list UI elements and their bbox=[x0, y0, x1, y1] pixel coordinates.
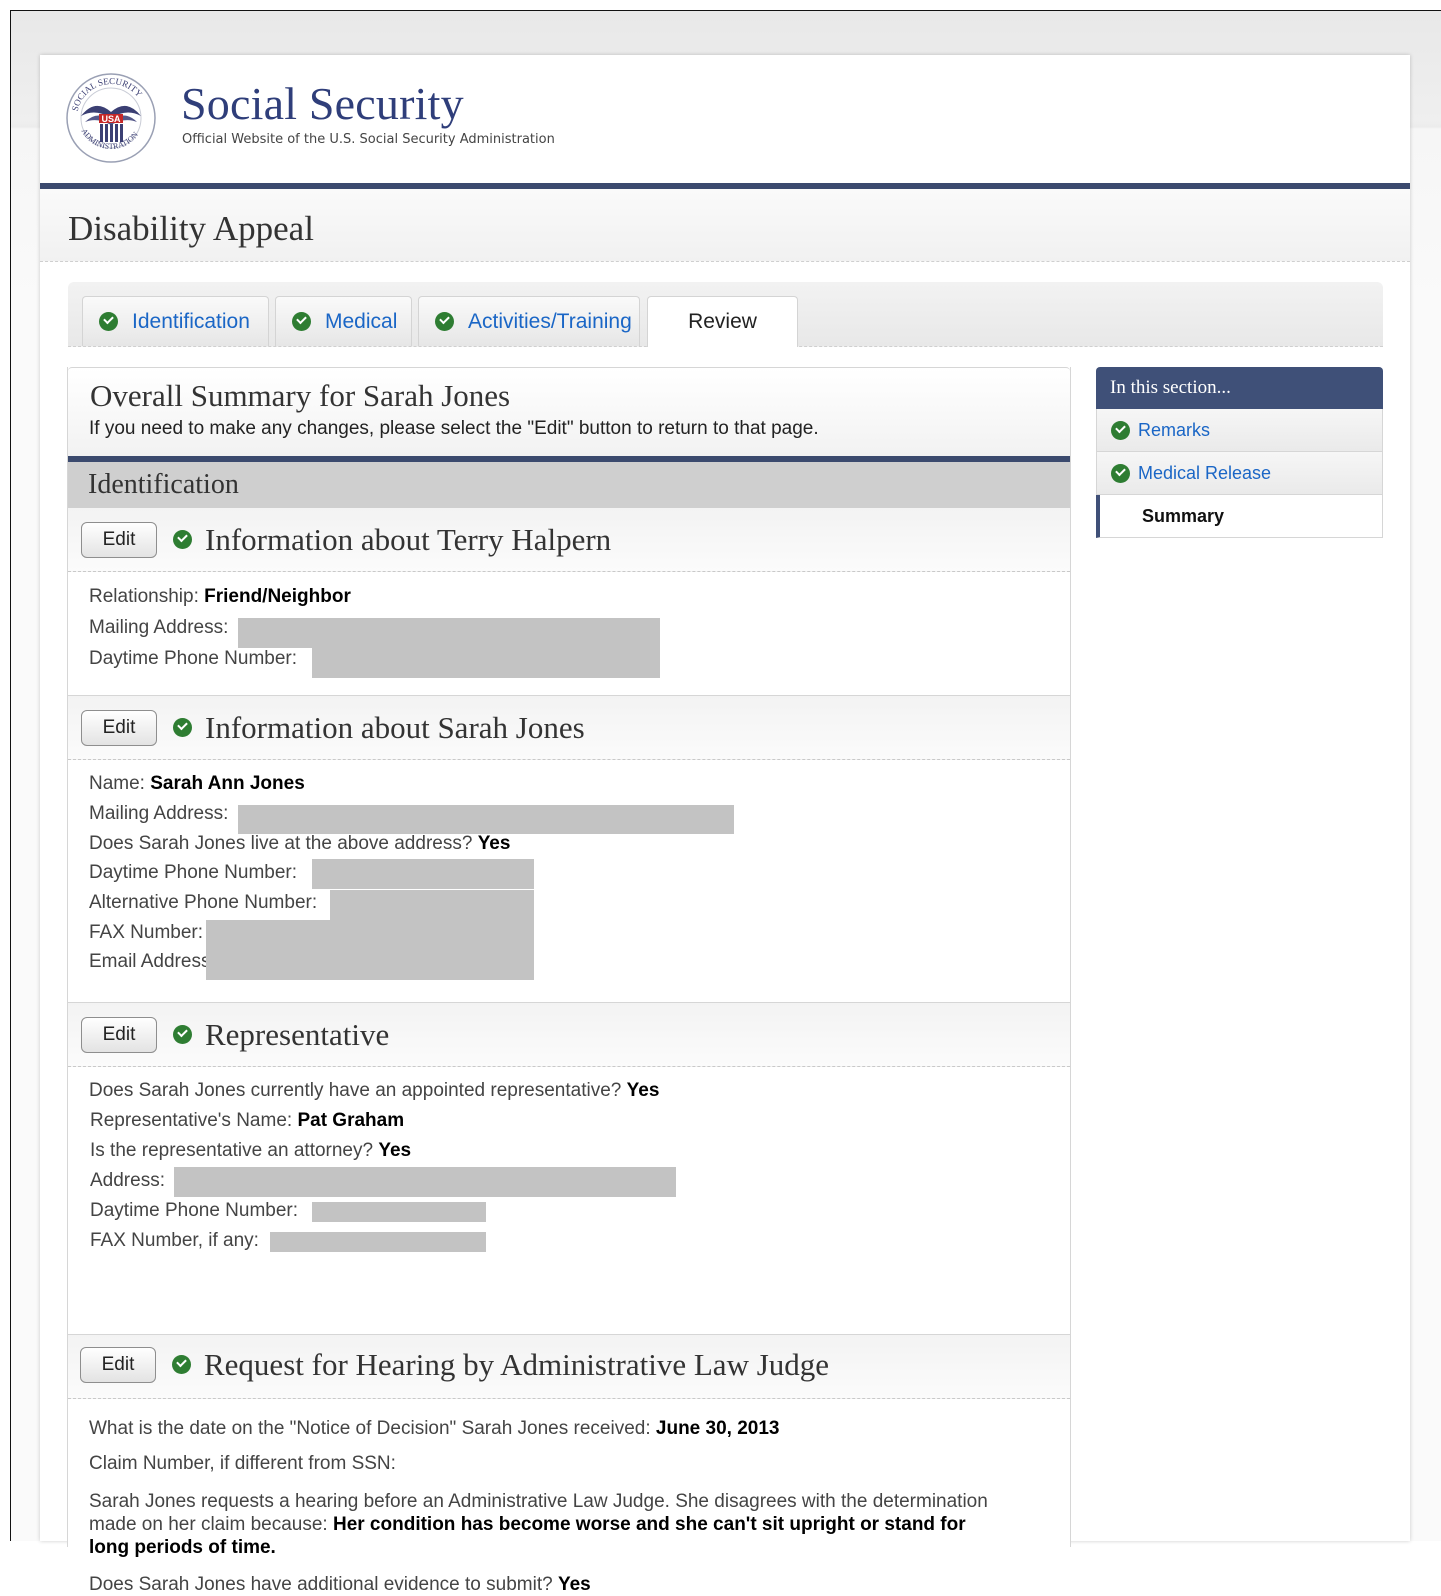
field-address: Address: bbox=[90, 1170, 165, 1191]
check-icon bbox=[1111, 463, 1130, 483]
edit-button[interactable]: Edit bbox=[81, 522, 157, 558]
field-value: June 30, 2013 bbox=[655, 1418, 780, 1439]
field-value: Pat Graham bbox=[297, 1110, 405, 1131]
edit-button[interactable]: Edit bbox=[81, 710, 157, 746]
block-header-request-for-hearing: Edit Request for Hearing by Administrati… bbox=[68, 1334, 1070, 1399]
tab-activities-training[interactable]: Activities/Training bbox=[418, 296, 640, 346]
check-icon bbox=[1111, 420, 1130, 440]
field-representative-name: Representative's Name: Pat Graham bbox=[90, 1110, 405, 1131]
check-icon bbox=[435, 312, 454, 331]
block-header-representative: Edit Representative bbox=[68, 1002, 1070, 1067]
block-title: Representative bbox=[205, 1017, 390, 1052]
field-has-representative: Does Sarah Jones currently have an appoi… bbox=[89, 1080, 660, 1101]
check-icon bbox=[292, 312, 311, 331]
field-value: Yes bbox=[378, 1140, 412, 1161]
page: USA SOCIAL SECURITY ADMINISTRATION Socia… bbox=[40, 55, 1410, 1595]
tab-medical[interactable]: Medical bbox=[275, 296, 412, 346]
block-title: Request for Hearing by Administrative La… bbox=[204, 1347, 830, 1382]
summary-title: Overall Summary for Sarah Jones bbox=[90, 378, 511, 413]
redacted-value bbox=[238, 805, 734, 834]
field-daytime-phone: Daytime Phone Number: bbox=[89, 862, 298, 883]
tab-strip: Identification Medical Activities/Traini… bbox=[68, 282, 1383, 347]
app-title: Disability Appeal bbox=[68, 209, 314, 248]
section-heading-label: Identification bbox=[88, 469, 239, 500]
section-sidebar: In this section... Remarks Medical Relea… bbox=[1096, 367, 1383, 538]
tab-label: Medical bbox=[325, 309, 398, 333]
field-daytime-phone: Daytime Phone Number: bbox=[90, 1200, 299, 1221]
field-name: Name: Sarah Ann Jones bbox=[89, 773, 305, 794]
redacted-value bbox=[270, 1232, 486, 1252]
tab-identification[interactable]: Identification bbox=[82, 296, 269, 346]
field-relationship: Relationship: Friend/Neighbor bbox=[89, 586, 351, 607]
ssa-seal-logo[interactable]: USA SOCIAL SECURITY ADMINISTRATION bbox=[65, 72, 157, 164]
site-header: USA SOCIAL SECURITY ADMINISTRATION Socia… bbox=[40, 55, 1410, 183]
svg-text:USA: USA bbox=[101, 114, 121, 124]
field-daytime-phone: Daytime Phone Number: bbox=[89, 648, 298, 669]
block-header-terry-halpern: Edit Information about Terry Halpern bbox=[68, 508, 1070, 572]
field-email-address: Email Address: bbox=[89, 951, 216, 972]
check-icon bbox=[173, 1025, 192, 1044]
sidebar-item-remarks[interactable]: Remarks bbox=[1096, 409, 1383, 452]
field-lives-at-address: Does Sarah Jones live at the above addre… bbox=[89, 833, 511, 854]
sidebar-item-label: Summary bbox=[1142, 505, 1225, 526]
tab-label: Activities/Training bbox=[468, 309, 632, 333]
field-is-attorney: Is the representative an attorney? Yes bbox=[90, 1140, 412, 1161]
field-additional-evidence: Does Sarah Jones have additional evidenc… bbox=[89, 1574, 591, 1595]
field-notice-date: What is the date on the "Notice of Decis… bbox=[89, 1418, 780, 1439]
block-header-sarah-jones: Edit Information about Sarah Jones bbox=[68, 695, 1070, 760]
sidebar-item-medical-release[interactable]: Medical Release bbox=[1096, 452, 1383, 495]
tab-review[interactable]: Review bbox=[647, 296, 798, 347]
field-value: Friend/Neighbor bbox=[204, 586, 351, 607]
edit-button[interactable]: Edit bbox=[80, 1347, 156, 1383]
sidebar-heading: In this section... bbox=[1096, 367, 1383, 409]
field-value: Yes bbox=[477, 833, 511, 854]
field-fax-number: FAX Number, if any: bbox=[90, 1230, 259, 1251]
tab-label: Identification bbox=[132, 309, 250, 333]
field-mailing-address: Mailing Address: bbox=[89, 803, 229, 824]
redacted-value bbox=[312, 1202, 486, 1222]
sidebar-item-summary[interactable]: Summary bbox=[1096, 495, 1383, 538]
redacted-value bbox=[174, 1167, 676, 1197]
redacted-value bbox=[312, 648, 660, 678]
field-value: Yes bbox=[626, 1080, 660, 1101]
app-title-band: Disability Appeal bbox=[40, 189, 1410, 262]
edit-button[interactable]: Edit bbox=[81, 1017, 157, 1053]
site-subtitle: Official Website of the U.S. Social Secu… bbox=[182, 132, 555, 147]
section-heading: Identification bbox=[68, 462, 1070, 508]
summary-header: Overall Summary for Sarah Jones If you n… bbox=[68, 367, 1070, 457]
check-icon bbox=[172, 1355, 191, 1374]
redacted-value bbox=[312, 859, 534, 889]
block-title: Information about Terry Halpern bbox=[205, 522, 612, 557]
summary-instructions: If you need to make any changes, please … bbox=[89, 418, 819, 439]
field-value: Sarah Ann Jones bbox=[150, 773, 305, 794]
tab-label: Review bbox=[688, 310, 757, 333]
sidebar-item-label: Medical Release bbox=[1138, 462, 1272, 483]
field-hearing-reason: Sarah Jones requests a hearing before an… bbox=[89, 1491, 988, 1558]
redacted-value bbox=[224, 950, 534, 980]
summary-panel: Overall Summary for Sarah Jones If you n… bbox=[67, 367, 1071, 1595]
sidebar-item-label: Remarks bbox=[1138, 419, 1211, 440]
check-icon bbox=[99, 312, 118, 331]
check-icon bbox=[173, 530, 192, 549]
field-value: Yes bbox=[557, 1574, 591, 1595]
block-title: Information about Sarah Jones bbox=[205, 710, 585, 745]
field-claim-number: Claim Number, if different from SSN: bbox=[89, 1453, 396, 1474]
field-fax-number: FAX Number: bbox=[89, 922, 204, 943]
field-mailing-address: Mailing Address: bbox=[89, 617, 229, 638]
field-alternative-phone: Alternative Phone Number: bbox=[89, 892, 318, 913]
check-icon bbox=[173, 718, 192, 737]
site-title[interactable]: Social Security bbox=[181, 77, 464, 130]
redacted-value bbox=[330, 890, 534, 920]
redacted-value bbox=[238, 618, 660, 648]
